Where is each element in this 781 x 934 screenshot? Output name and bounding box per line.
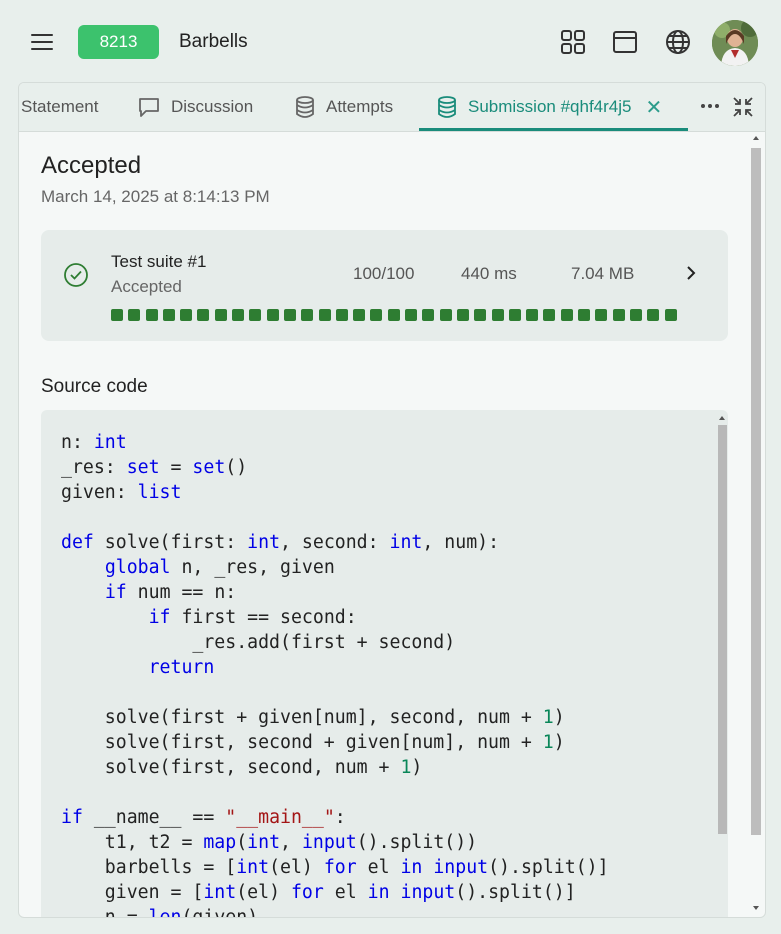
tab-submission[interactable]: Submission #qhf4r4j5 ✕ [436, 83, 662, 131]
chat-icon [139, 98, 159, 117]
tab-discussion[interactable]: Discussion [137, 83, 253, 131]
test-result-passed [664, 309, 677, 321]
code-scrollbar-thumb[interactable] [718, 425, 727, 834]
test-result-passed [422, 309, 435, 321]
source-code: n: int _res: set = set() given: list def… [61, 432, 609, 917]
more-icon[interactable] [699, 95, 721, 117]
grid-icon[interactable] [560, 29, 586, 55]
test-result-passed [162, 309, 175, 321]
test-result-passed [283, 309, 296, 321]
test-result-passed [508, 309, 521, 321]
source-code-box[interactable]: n: int _res: set = set() given: list def… [41, 410, 728, 917]
close-icon[interactable]: ✕ [645, 95, 662, 120]
problem-panel: Statement Discussion Attempts Submission… [18, 82, 766, 918]
test-suite-time: 440 ms [461, 264, 517, 283]
test-result-passed [145, 309, 158, 321]
collapse-icon[interactable] [732, 96, 754, 118]
test-result-passed [387, 309, 400, 321]
test-result-passed [405, 309, 418, 321]
tab-label: Statement [21, 97, 99, 116]
test-result-passed [612, 309, 625, 321]
test-result-passed [474, 309, 487, 321]
test-result-passed [370, 309, 383, 321]
scroll-up-icon[interactable] [719, 416, 725, 420]
test-result-passed [578, 309, 591, 321]
avatar[interactable] [712, 20, 758, 66]
problem-title: Barbells [179, 31, 248, 52]
submission-date: March 14, 2025 at 8:14:13 PM [41, 187, 270, 206]
test-result-passed [180, 309, 193, 321]
scroll-down-icon[interactable] [753, 906, 759, 910]
menu-icon[interactable] [30, 32, 54, 52]
test-result-passed [318, 309, 331, 321]
tab-bar: Statement Discussion Attempts Submission… [19, 83, 765, 132]
test-result-passed [647, 309, 660, 321]
tab-label: Submission #qhf4r4j5 [468, 97, 632, 116]
source-code-label: Source code [41, 376, 148, 397]
test-result-passed [491, 309, 504, 321]
test-result-passed [301, 309, 314, 321]
test-results-row [111, 309, 677, 321]
submission-content: Accepted March 14, 2025 at 8:14:13 PM Te… [19, 132, 765, 917]
test-suite-name: Test suite #1 [111, 252, 207, 271]
top-header: 8213 Barbells [0, 0, 781, 84]
test-result-passed [232, 309, 245, 321]
database-icon [438, 96, 456, 118]
tab-label: Attempts [326, 97, 394, 116]
test-result-passed [111, 309, 123, 321]
test-result-passed [266, 309, 279, 321]
test-suite-score: 100/100 [353, 264, 415, 283]
test-result-passed [439, 309, 452, 321]
panel-scrollbar-thumb[interactable] [751, 148, 761, 835]
tab-label: Discussion [171, 97, 254, 116]
test-suite-status: Accepted [111, 277, 182, 296]
test-result-passed [543, 309, 556, 321]
test-result-passed [560, 309, 573, 321]
tab-attempts[interactable]: Attempts [294, 83, 393, 131]
submission-status: Accepted [41, 152, 142, 179]
test-suite-card[interactable]: Test suite #1 Accepted 100/100 440 ms 7.… [41, 230, 728, 341]
test-result-passed [456, 309, 469, 321]
test-result-passed [526, 309, 539, 321]
test-result-passed [629, 309, 642, 321]
problem-id-badge[interactable]: 8213 [78, 25, 159, 59]
test-result-passed [214, 309, 227, 321]
test-result-passed [128, 309, 141, 321]
window-icon[interactable] [612, 29, 638, 55]
test-result-passed [335, 309, 348, 321]
tab-statement[interactable]: Statement [21, 83, 99, 131]
test-result-passed [249, 309, 262, 321]
database-icon [296, 96, 314, 118]
test-result-passed [595, 309, 608, 321]
scroll-up-icon[interactable] [753, 136, 759, 140]
test-result-passed [353, 309, 366, 321]
active-tab-indicator [419, 128, 688, 131]
test-suite-memory: 7.04 MB [571, 264, 635, 283]
chevron-right-icon[interactable] [681, 263, 701, 283]
test-result-passed [197, 309, 210, 321]
check-circle-icon [64, 263, 88, 287]
globe-icon[interactable] [665, 29, 691, 55]
